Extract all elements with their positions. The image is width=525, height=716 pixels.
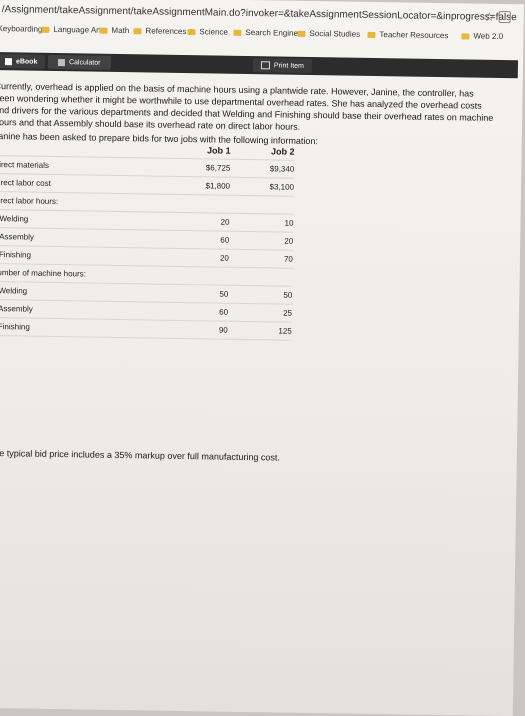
job2-value: 10 xyxy=(229,213,294,233)
folder-icon xyxy=(41,26,50,33)
calculator-icon xyxy=(57,58,66,66)
bookmark-web-2-0[interactable]: Web 2.0 xyxy=(461,31,503,41)
bookmark-label: Search Engines xyxy=(245,27,303,38)
calculator-button[interactable]: Calculator xyxy=(47,54,111,70)
folder-icon xyxy=(297,30,306,37)
bookmark-label: Teacher Resources xyxy=(379,30,449,41)
folder-icon xyxy=(461,32,470,39)
job2-value: 70 xyxy=(228,249,294,269)
folder-icon xyxy=(367,31,376,38)
bookmark-language-arts[interactable]: Language Arts xyxy=(41,25,105,35)
bookmark-math[interactable]: Math xyxy=(99,26,129,35)
bookmark-social-studies[interactable]: Social Studies xyxy=(297,29,360,39)
ebook-button[interactable]: eBook xyxy=(0,54,46,69)
bookmark-label: References xyxy=(145,26,187,37)
row-label: Number of machine hours: xyxy=(0,263,157,285)
calculator-label: Calculator xyxy=(68,58,101,67)
bookmark-references[interactable]: References xyxy=(133,26,186,36)
bookmark-label: Science xyxy=(199,27,229,37)
job2-value: 25 xyxy=(227,303,293,323)
url-text: /Assignment/takeAssignment/takeAssignmen… xyxy=(1,4,517,24)
job1-value: 50 xyxy=(156,284,229,304)
bookmark-search-engines[interactable]: Search Engines xyxy=(233,28,302,38)
job1-value xyxy=(156,266,229,286)
row-label: Finishing xyxy=(0,317,156,339)
job1-value: 90 xyxy=(155,320,228,340)
job1-value xyxy=(157,194,230,214)
folder-icon xyxy=(187,28,196,35)
bookmark-label: Web 2.0 xyxy=(473,31,504,42)
bookmark-keyboarding[interactable]: Keyboarding xyxy=(0,24,42,34)
bookmark-label: Keyboarding xyxy=(0,24,43,34)
bookmark-star-icon[interactable]: ☆ xyxy=(484,10,495,24)
job1-value: $1,800 xyxy=(157,176,231,196)
assignment-toolbar: eBook Calculator Print Item xyxy=(0,51,519,79)
job2-value: $3,100 xyxy=(229,177,295,197)
bookmark-label: Math xyxy=(111,25,130,36)
folder-icon xyxy=(133,27,142,34)
extension-icon[interactable] xyxy=(498,10,511,24)
job1-value: 20 xyxy=(156,248,230,268)
bookmark-label: Social Studies xyxy=(309,28,361,39)
bookmark-label: Language Arts xyxy=(53,24,106,35)
bookmark-science[interactable]: Science xyxy=(187,27,228,37)
book-icon xyxy=(4,57,13,65)
job2-value: $9,340 xyxy=(230,159,295,179)
job1-value: 60 xyxy=(155,302,229,322)
print-item-button[interactable]: Print Item xyxy=(252,58,313,74)
table-header-cell: Job 2 xyxy=(230,141,295,161)
print-label: Print Item xyxy=(273,61,304,70)
row-label: Welding xyxy=(0,281,157,303)
printer-icon xyxy=(260,61,271,70)
job2-value: 50 xyxy=(228,285,293,305)
job1-value: 60 xyxy=(157,230,230,250)
row-label: Assembly xyxy=(0,299,157,321)
job2-value: 20 xyxy=(229,231,294,251)
bookmarks-bar: Keyboarding Language Arts Math Reference… xyxy=(0,24,518,46)
problem-paragraph-1: Currently, overhead is applied on the ba… xyxy=(0,81,494,132)
job2-value xyxy=(229,195,294,215)
job2-value xyxy=(228,267,293,287)
job1-value: $6,725 xyxy=(158,158,231,178)
problem-content: Currently, overhead is applied on the ba… xyxy=(0,80,495,463)
table-header-cell: Job 1 xyxy=(158,140,231,160)
job2-value: 125 xyxy=(227,321,292,341)
markup-footnote: The typical bid price includes a 35% mar… xyxy=(0,447,281,463)
folder-icon xyxy=(233,29,242,36)
job1-value: 20 xyxy=(157,212,230,232)
job-data-table: Job 1 Job 2 Direct materials $6,725 $9,340… xyxy=(0,138,295,341)
bookmark-teacher-resources[interactable]: Teacher Resources xyxy=(367,30,448,40)
folder-icon xyxy=(99,27,108,34)
table-row: Finishing 90 125 xyxy=(0,317,292,341)
ebook-label: eBook xyxy=(15,57,38,66)
browser-screen: /Assignment/takeAssignment/takeAssignmen… xyxy=(0,0,524,716)
address-bar[interactable]: /Assignment/takeAssignment/takeAssignmen… xyxy=(0,0,519,28)
